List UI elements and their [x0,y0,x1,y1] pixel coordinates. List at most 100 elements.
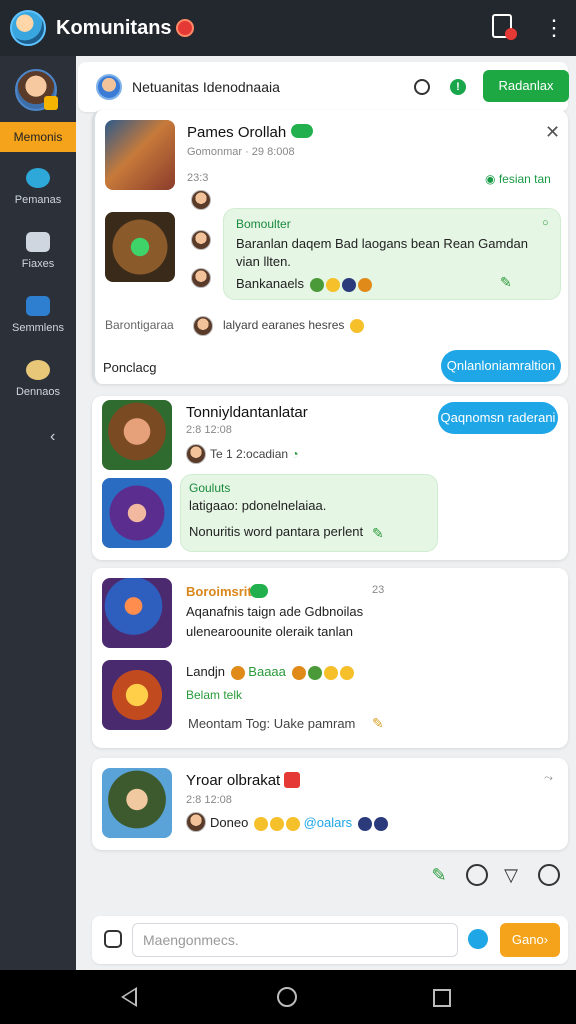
comment-text: lalyard earanes hesres [223,318,364,333]
post-body-line: Landjn Baaaa [186,664,354,680]
bubble-text-line: Baranlan daqem Bad laogans bean Rean Gam… [236,236,528,251]
trophy-icon [26,360,50,380]
edit-icon[interactable]: ✎ [372,716,386,730]
reply-button[interactable]: Qaqnomsn raderani [438,402,558,434]
sidebar-item-label: Pemanas [14,194,62,206]
message-bubble[interactable]: Bomoulter ○ Baranlan daqem Bad laogans b… [223,208,561,300]
message-input[interactable] [132,923,458,957]
bubble-text: latigaao: pdonelnelaiaa. [189,498,327,513]
smile-icon[interactable] [466,864,488,886]
filter-icon[interactable]: ▽ [500,864,522,886]
mention-link[interactable]: @oalars [304,815,353,830]
card-footer-button[interactable]: Qnlanloniamraltion [441,350,561,382]
post-author[interactable]: Tonniyldantanlatar [186,404,308,421]
sidebar: Memonis Pemanas Fiaxes Semmlens Dennaos … [0,56,76,970]
sidebar-item-dennaos[interactable]: Dennaos [0,360,76,398]
post-card[interactable]: Yroar olbrakat ⤳ 2:8 12:08 Doneo @oalars [92,758,568,850]
post-meta: 2:8 12:08 [186,794,232,806]
emoji-icon [323,665,338,680]
share-icon[interactable]: ⤳ [544,772,553,785]
more-vertical-icon[interactable]: ⋮ [540,14,568,42]
post-body-line: Aqanafnis taign ade Gdbnoilas [186,604,364,619]
post-user-line: Doneo @oalars [210,815,388,831]
bubble-footer: Nonuritis word pantara perlent [189,524,364,539]
close-icon[interactable]: ✕ [545,122,560,143]
app-logo[interactable] [10,10,46,46]
emoji-icon [307,665,322,680]
bubble-title: Gouluts [189,481,231,495]
header-action-button[interactable]: Radanlax [483,70,569,102]
send-button-label: Gano [511,932,544,947]
post-body-line: Meontam Tog: Uake pamram [188,716,356,731]
verified-badge-icon [250,584,268,598]
sidebar-item-fiaxes[interactable]: Fiaxes [0,232,76,270]
comment-author[interactable]: Barontigaraa [105,318,174,332]
emoji-icon [349,318,364,333]
message-composer: Gano› [92,916,568,964]
bubble-text: Baranlan daqem Bad laogans bean Rean Gam… [236,235,552,271]
post-card[interactable]: Boroimsrit 23 Aqanafnis taign ade Gdbnoi… [92,568,568,748]
emoji-icon[interactable] [538,864,560,886]
avatar[interactable] [96,74,122,100]
edit-icon[interactable]: ✎ [500,275,514,289]
back-icon[interactable] [121,987,137,1007]
game-thumbnail[interactable] [105,212,175,282]
post-meta: 23 [372,584,385,596]
follow-link-label: fesian tan [498,172,551,186]
emoji-icon [309,277,324,292]
recent-apps-icon[interactable] [433,989,451,1007]
emoji-icon [339,665,354,680]
game-thumbnail[interactable] [102,400,172,470]
emoji-icon [269,816,284,831]
game-thumbnail[interactable] [105,120,175,190]
bubble-footer: Bankanaels [236,275,372,293]
chevron-left-icon[interactable]: ‹ [50,428,55,446]
avatar[interactable] [191,268,211,288]
avatar[interactable] [193,316,213,336]
post-card[interactable]: Tonniyldantanlatar 2:8 12:08 Qaqnomsn ra… [92,396,568,560]
emoji-icon [285,816,300,831]
post-author[interactable]: Yroar olbrakat [186,772,280,789]
edit-icon[interactable]: ✎ [372,526,386,540]
bubble-footer-label: Bankanaels [236,276,304,291]
post-author[interactable]: Pames Orollah [187,124,286,141]
folder-icon [26,296,50,316]
post-user-line-text: Te 1 2:ocadian [210,447,289,461]
avatar[interactable] [186,444,206,464]
bubble-text-line: vian llten. [236,254,291,269]
post-meta: 2:8 12:08 [186,424,232,436]
sidebar-item-label: Semmlens [12,322,64,334]
game-thumbnail[interactable] [102,768,172,838]
avatar[interactable] [191,190,211,210]
game-thumbnail[interactable] [102,578,172,648]
gift-icon [284,772,300,788]
emoji-picker-icon[interactable] [468,929,488,949]
online-status-icon: ! [450,79,466,95]
sidebar-item-pemanas[interactable]: Pemanas [0,168,76,206]
post-body-text: Landjn [186,664,226,679]
follow-link[interactable]: ◉ fesian tan [485,172,551,186]
clock-icon: ◔ [291,447,299,461]
post-author[interactable]: Boroimsrit [186,584,252,599]
game-thumbnail[interactable] [102,478,172,548]
home-icon[interactable] [277,987,297,1007]
pen-icon[interactable]: ✎ [428,864,450,886]
post-card[interactable]: Pames Orollah ✕ Gomonmar · 29 8:008 23:3… [92,110,568,384]
avatar[interactable] [186,812,206,832]
verified-badge-icon [291,124,313,138]
post-time: 23:3 [187,172,209,184]
post-user-line: Te 1 2:ocadian ◔ [210,447,299,461]
sidebar-item-memonis[interactable]: Memonis [0,122,76,152]
game-thumbnail[interactable] [102,660,172,730]
message-bubble[interactable]: Gouluts latigaao: pdonelnelaiaa. Nonurit… [180,474,438,552]
card-footer-label: Ponclacg [103,360,157,375]
avatar[interactable] [191,230,211,250]
send-button[interactable]: Gano› [500,923,560,957]
camera-icon[interactable] [104,930,122,948]
clock-icon[interactable] [414,79,430,95]
chat-icon [26,168,50,188]
sidebar-item-semmlens[interactable]: Semmlens [0,296,76,334]
community-header: Netuanitas Idenodnaaia ! Radanlax [78,62,569,112]
emoji-icon [325,277,340,292]
post-body-line: Belam telk [186,688,243,702]
